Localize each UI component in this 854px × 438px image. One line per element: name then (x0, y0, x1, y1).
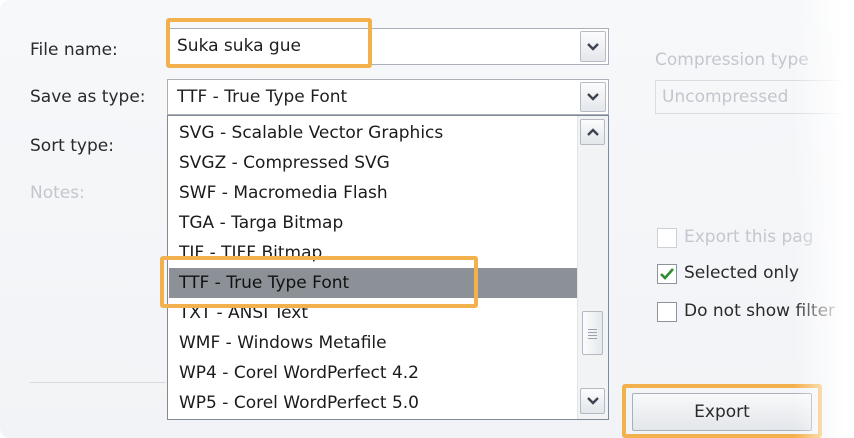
divider (30, 382, 166, 383)
checkmark-icon (660, 268, 674, 280)
export-this-page-checkbox (657, 228, 677, 248)
list-scrollbar[interactable] (577, 116, 608, 419)
do-not-show-filter-label: Do not show filter (684, 301, 836, 321)
file-name-input[interactable]: Suka suka gue (167, 28, 609, 65)
list-item[interactable]: WMF - Windows Metafile (169, 328, 578, 358)
save-as-type-select[interactable]: TTF - True Type Font (167, 79, 609, 115)
compression-type-value: Uncompressed (662, 87, 789, 107)
file-name-dropdown-button[interactable] (580, 31, 606, 62)
chevron-down-icon (586, 397, 599, 405)
export-this-page-label: Export this pag (684, 227, 814, 247)
list-item[interactable]: SWF - Macromedia Flash (169, 178, 578, 208)
save-as-type-label: Save as type: (30, 87, 146, 107)
do-not-show-filter-checkbox[interactable] (657, 302, 677, 322)
export-button[interactable]: Export (632, 393, 812, 431)
selected-only-label: Selected only (684, 263, 800, 283)
save-as-type-dropdown-button[interactable] (580, 82, 606, 112)
chevron-down-icon (587, 42, 599, 51)
list-item[interactable]: TGA - Targa Bitmap (169, 208, 578, 238)
list-item[interactable]: WP4 - Corel WordPerfect 4.2 (169, 358, 578, 388)
notes-label: Notes: (30, 183, 85, 203)
scroll-up-button[interactable] (580, 119, 605, 145)
scroll-thumb[interactable] (582, 311, 603, 355)
scroll-down-button[interactable] (580, 388, 605, 414)
list-item[interactable]: WP5 - Corel WordPerfect 5.0 (169, 388, 578, 418)
file-name-value: Suka suka gue (177, 36, 301, 56)
list-item[interactable]: SVGZ - Compressed SVG (169, 148, 578, 178)
chevron-down-icon (587, 93, 599, 101)
compression-type-label: Compression type (655, 50, 809, 70)
file-type-list[interactable]: SVG - Scalable Vector Graphics SVGZ - Co… (167, 115, 609, 420)
file-name-label: File name: (30, 40, 118, 60)
save-dialog: File name: Save as type: Sort type: Note… (0, 0, 854, 438)
list-item[interactable]: TIF - TIFF Bitmap (169, 238, 578, 268)
compression-type-select: Uncompressed (655, 80, 854, 114)
chevron-up-icon (586, 128, 599, 136)
list-item[interactable]: TXT - ANSI Text (169, 298, 578, 328)
selected-only-checkbox[interactable] (657, 264, 677, 284)
list-item-selected[interactable]: TTF - True Type Font (169, 268, 578, 298)
save-as-type-value: TTF - True Type Font (177, 87, 348, 107)
sort-type-label: Sort type: (30, 136, 114, 156)
list-item[interactable]: SVG - Scalable Vector Graphics (169, 118, 578, 148)
